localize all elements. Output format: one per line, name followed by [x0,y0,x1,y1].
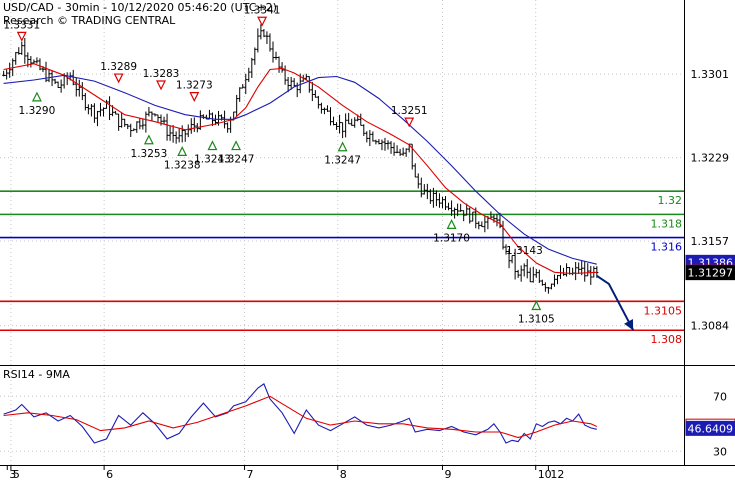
price-tick-label: 1.3084 [691,320,730,333]
rsi-tick-label: 70 [713,390,727,403]
chart-title: USD/CAD - 30min - 10/12/2020 05:46:20 (U… [3,1,277,14]
level-label: 1.3105 [644,304,683,317]
time-tick-label: 7 [247,468,254,480]
low-marker-label: 1.3290 [19,105,56,117]
high-marker-label: 1.3273 [176,80,213,92]
chart-canvas: 1.321.3181.3161.31051.308 1.33311.32901.… [0,0,735,480]
high-marker-label: 1.3251 [391,105,428,117]
level-label: 1.318 [651,217,683,230]
level-label: 1.308 [651,333,683,346]
chart-subtitle: Research © TRADING CENTRAL [3,14,176,27]
price-tick-label: 1.3229 [691,152,730,165]
high-marker-label: 1.3283 [143,68,180,80]
price-tick-label: 1.3301 [691,68,730,81]
low-marker-label: 1.3247 [218,154,255,166]
level-label: 1.316 [651,241,683,254]
level-marker-label: 1.3143 [506,245,543,257]
level-label: 1.32 [658,194,683,207]
time-tick-label: 8 [340,468,347,480]
high-marker-label: 1.3289 [100,61,137,73]
price-tag-label: 1.31297 [688,267,734,280]
rsi-tag-label: 46.6409 [688,422,734,435]
low-marker-label: 1.3105 [518,313,555,325]
low-marker-label: 1.3253 [131,148,168,160]
time-tick-label: 5 [13,468,20,480]
price-tick-label: 1.3157 [691,235,730,248]
time-tick-label: 6 [106,468,113,480]
time-tick-label: 9 [444,468,451,480]
time-tick-label: 12 [550,468,564,480]
rsi-tick-label: 30 [713,445,727,458]
low-marker-label: 1.3170 [433,232,470,244]
rsi-title: RSI14 - 9MA [3,368,70,381]
low-marker-label: 1.3247 [324,155,361,167]
